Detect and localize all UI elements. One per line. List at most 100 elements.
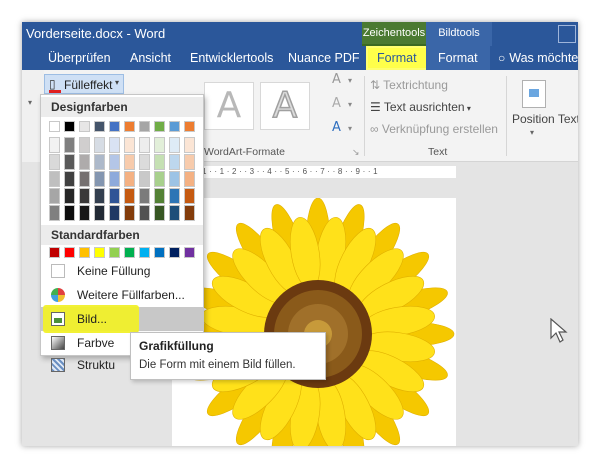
color-swatch[interactable] [169,205,180,221]
tooltip-title: Grafikfüllung [139,339,214,353]
color-swatch[interactable] [184,188,195,204]
text-fill-icon[interactable]: A [332,72,341,87]
color-swatch[interactable] [64,188,75,204]
color-swatch[interactable] [79,171,90,187]
color-swatch[interactable] [169,121,180,132]
text-direction-button[interactable]: ⇅ Textrichtung [370,78,448,92]
color-swatch[interactable] [94,121,105,132]
standard-color-swatch[interactable] [109,247,120,258]
color-swatch[interactable] [139,137,150,153]
color-swatch[interactable] [64,205,75,221]
color-swatch[interactable] [139,154,150,170]
color-swatch[interactable] [154,154,165,170]
more-fill-colors-item[interactable]: Weitere Füllfarben... [41,283,203,307]
standard-color-swatch[interactable] [64,247,75,258]
tab-developer-tools[interactable]: Entwicklertools [190,46,273,70]
color-swatch[interactable] [94,154,105,170]
tab-view[interactable]: Ansicht [130,46,171,70]
color-swatch[interactable] [139,121,150,132]
color-swatch[interactable] [139,205,150,221]
color-swatch[interactable] [64,137,75,153]
color-swatch[interactable] [139,188,150,204]
color-swatch[interactable] [64,121,75,132]
align-text-button[interactable]: ☰ Text ausrichten ▾ [370,100,471,114]
color-swatch[interactable] [64,171,75,187]
design-colors-heading: Designfarben [41,97,203,117]
color-swatch[interactable] [64,154,75,170]
color-swatch[interactable] [124,171,135,187]
position-icon[interactable] [522,80,546,108]
color-swatch[interactable] [139,171,150,187]
color-swatch[interactable] [169,188,180,204]
document-page[interactable] [172,198,456,446]
wordart-style-outline[interactable]: A [260,82,310,130]
standard-color-swatch[interactable] [184,247,195,258]
color-swatch[interactable] [124,154,135,170]
color-swatch[interactable] [154,121,165,132]
color-swatch[interactable] [49,205,60,221]
picture-fill-item[interactable]: Bild... [41,305,203,333]
color-swatch[interactable] [109,205,120,221]
dialog-launcher-icon[interactable]: ↘ [352,147,360,158]
text-outline-icon[interactable]: A [332,96,341,111]
color-swatch[interactable] [109,154,120,170]
color-swatch[interactable] [109,171,120,187]
color-swatch[interactable] [49,154,60,170]
color-swatch[interactable] [184,121,195,132]
color-swatch[interactable] [124,188,135,204]
fill-effect-button[interactable]: ▯ Fülleffekt ▾ [44,74,124,94]
color-swatch[interactable] [49,188,60,204]
color-swatch[interactable] [154,205,165,221]
color-swatch[interactable] [124,205,135,221]
color-swatch[interactable] [109,188,120,204]
tab-review[interactable]: Überprüfen [48,46,111,70]
standard-color-swatch[interactable] [169,247,180,258]
color-swatch[interactable] [94,205,105,221]
color-swatch[interactable] [109,121,120,132]
color-swatch[interactable] [79,137,90,153]
create-link-button[interactable]: ∞ Verknüpfung erstellen [370,122,498,136]
tab-picture-format[interactable]: Format [426,46,490,70]
standard-color-swatch[interactable] [154,247,165,258]
wordart-style-gray[interactable]: A [204,82,254,130]
standard-color-swatch[interactable] [124,247,135,258]
color-swatch[interactable] [49,121,60,132]
color-swatch[interactable] [169,154,180,170]
tab-drawing-format[interactable]: Format [366,46,428,70]
standard-color-swatch[interactable] [49,247,60,258]
standard-color-swatch[interactable] [139,247,150,258]
no-fill-item[interactable]: Keine Füllung [41,259,203,283]
color-swatch[interactable] [94,188,105,204]
restore-window-button[interactable] [558,25,576,43]
color-swatch[interactable] [154,188,165,204]
color-swatch[interactable] [124,137,135,153]
standard-color-swatch[interactable] [79,247,90,258]
color-swatch[interactable] [79,154,90,170]
color-swatch[interactable] [169,137,180,153]
position-button[interactable]: Position Text [512,112,578,126]
color-swatch[interactable] [79,188,90,204]
color-swatch[interactable] [184,171,195,187]
color-swatch[interactable] [79,121,90,132]
color-swatch[interactable] [79,205,90,221]
gradient-label: Farbve [77,336,115,350]
color-swatch[interactable] [184,137,195,153]
sunflower-image[interactable] [172,198,456,446]
color-swatch[interactable] [184,205,195,221]
color-swatch[interactable] [49,137,60,153]
standard-color-swatch[interactable] [94,247,105,258]
color-swatch[interactable] [169,171,180,187]
color-swatch[interactable] [109,137,120,153]
tab-nuance-pdf[interactable]: Nuance PDF [288,46,360,70]
color-swatch[interactable] [94,171,105,187]
color-swatch[interactable] [124,121,135,132]
text-effects-icon[interactable]: A [332,120,341,135]
picture-fill-tooltip: Grafikfüllung Die Form mit einem Bild fü… [130,332,326,380]
color-swatch[interactable] [49,171,60,187]
tell-me-search[interactable]: ○ Was möchte [498,46,578,70]
color-swatch[interactable] [94,137,105,153]
color-swatch[interactable] [154,137,165,153]
color-swatch[interactable] [154,171,165,187]
color-swatch[interactable] [184,154,195,170]
horizontal-ruler[interactable]: 1 · · 1 · 2 · · 3 · · 4 · · 5 · · 6 · · … [200,166,456,178]
